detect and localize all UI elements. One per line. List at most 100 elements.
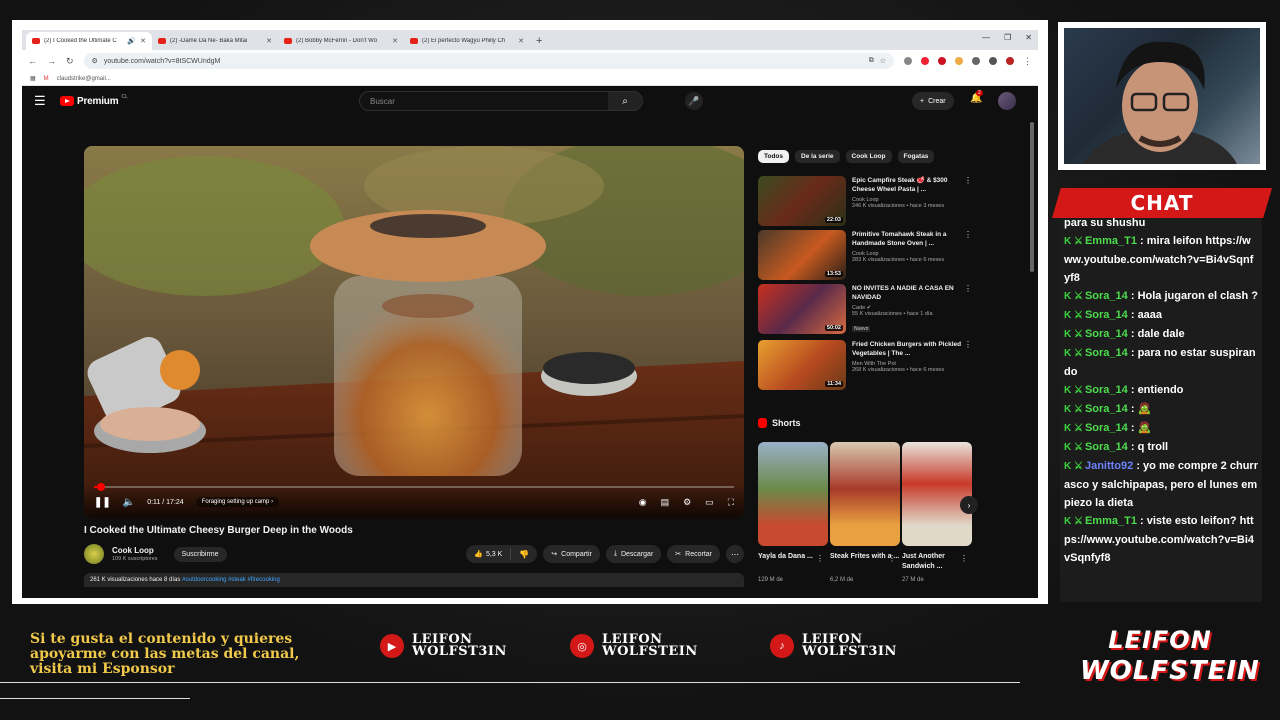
chevron-right-icon[interactable]: › (960, 496, 978, 514)
chat-username[interactable]: Sora_14 (1085, 384, 1128, 396)
dislike-button[interactable]: 👎 (511, 550, 537, 559)
video-title[interactable]: NO INVITES A NADIE A CASA EN NAVIDAD (852, 284, 962, 303)
share-button[interactable]: ↪ Compartir (543, 545, 600, 563)
close-window-icon[interactable]: ✕ (1025, 33, 1032, 42)
more-options-icon[interactable]: ⋮ (816, 554, 824, 563)
extension-icon[interactable] (921, 57, 929, 65)
chat-username[interactable]: Sora_14 (1085, 422, 1128, 434)
clip-button[interactable]: ✂ Recortar (667, 545, 720, 563)
back-icon[interactable]: ← (28, 56, 37, 66)
video-thumbnail[interactable]: 11:34 (758, 340, 846, 390)
video-thumbnail[interactable]: 50:02 (758, 284, 846, 334)
download-button[interactable]: ⤓ Descargar (605, 545, 662, 563)
recommended-video[interactable]: 11:34 Fried Chicken Burgers with Pickled… (758, 340, 972, 390)
create-button[interactable]: + Crear (912, 92, 954, 110)
video-thumbnail[interactable]: 22:03 (758, 176, 846, 226)
subtitles-icon[interactable]: ▤ (661, 497, 670, 508)
short-thumbnail[interactable] (758, 442, 828, 546)
bookmark-star-icon[interactable]: ☆ (880, 57, 886, 65)
short-thumbnail[interactable] (830, 442, 900, 546)
fullscreen-icon[interactable]: ⛶ (728, 497, 734, 508)
progress-scrubber[interactable] (97, 483, 106, 491)
close-tab-icon[interactable]: ✕ (518, 37, 524, 45)
channel-name[interactable]: Cook Loop (112, 546, 158, 555)
chip-cook-loop[interactable]: Cook Loop (845, 150, 892, 163)
recommended-video[interactable]: 22:03 Epic Campfire Steak 🥩 & $300 Chees… (758, 176, 972, 226)
chip-todos[interactable]: Todos (758, 150, 790, 163)
extension-icon[interactable] (938, 57, 946, 65)
apps-grid-icon[interactable]: ▦ (30, 75, 36, 82)
progress-bar[interactable] (94, 483, 734, 491)
more-options-icon[interactable]: ⋮ (964, 284, 972, 293)
bookmark-gmail[interactable]: claudstrike@gmail... (57, 76, 111, 82)
chat-username[interactable]: Sora_14 (1085, 309, 1128, 321)
chat-username[interactable]: Sora_14 (1085, 328, 1128, 340)
chat-username[interactable]: Sora_14 (1085, 403, 1128, 415)
site-info-icon[interactable]: ⚙ (92, 57, 98, 65)
pause-icon[interactable]: ❚❚ (94, 497, 111, 508)
like-button[interactable]: 👍 5,3 K (466, 548, 512, 560)
browser-tab[interactable]: (2) I Cooked the Ultimate C 🔊 ✕ (26, 32, 152, 50)
recommended-video[interactable]: 50:02 NO INVITES A NADIE A CASA EN NAVID… (758, 284, 972, 334)
extension-icon[interactable] (904, 57, 912, 65)
short-thumbnail[interactable] (902, 442, 972, 546)
browser-menu-icon[interactable]: ⋮ (1023, 56, 1032, 67)
minimize-icon[interactable]: — (982, 33, 990, 42)
profile-icon[interactable] (1006, 57, 1014, 65)
more-options-icon[interactable]: ⋮ (960, 554, 968, 563)
more-options-icon[interactable]: ⋮ (964, 176, 972, 185)
more-options-icon[interactable]: ⋮ (888, 554, 896, 563)
puzzle-icon[interactable] (972, 57, 980, 65)
install-icon[interactable]: ⧉ (869, 57, 874, 65)
reload-icon[interactable]: ↻ (66, 56, 74, 67)
chip-fogatas[interactable]: Fogatas (897, 150, 935, 163)
more-options-icon[interactable]: ⋮ (964, 340, 972, 349)
gmail-icon[interactable]: M (44, 76, 49, 82)
user-avatar[interactable] (998, 92, 1016, 110)
settings-gear-icon[interactable]: ⚙ (683, 497, 691, 508)
extension-icon[interactable] (955, 57, 963, 65)
close-tab-icon[interactable]: ✕ (392, 37, 398, 45)
restore-icon[interactable]: ❐ (1004, 33, 1011, 42)
video-player[interactable]: ❚❚ 🔈 0:11 / 17:24 Foraging setting up ca… (84, 146, 744, 518)
volume-icon[interactable]: 🔈 (123, 497, 135, 508)
description-box[interactable]: 261 K visualizaciones hace 8 días #outdo… (84, 573, 744, 587)
theater-mode-icon[interactable]: ▭ (705, 497, 714, 508)
channel-avatar[interactable] (84, 544, 104, 564)
chat-username[interactable]: Sora_14 (1085, 347, 1128, 359)
browser-tab[interactable]: (2) Bobby McFerrin - Don't Wo ✕ (278, 32, 404, 50)
address-bar[interactable]: ⚙ youtube.com/watch?v=8tSCWUndgM ⧉ ☆ (83, 53, 894, 69)
search-input[interactable]: Buscar (360, 97, 608, 106)
page-scrollbar[interactable] (1030, 122, 1034, 272)
chat-username[interactable]: Emma_T1 (1085, 515, 1137, 527)
video-title[interactable]: Epic Campfire Steak 🥩 & $300 Cheese Whee… (852, 176, 962, 195)
notifications-bell-icon[interactable]: 🔔 2 (970, 90, 983, 104)
chat-username[interactable]: Emma_T1 (1085, 235, 1137, 247)
video-title[interactable]: Fried Chicken Burgers with Pickled Veget… (852, 340, 962, 359)
close-tab-icon[interactable]: ✕ (140, 37, 146, 45)
youtube-premium-logo[interactable]: Premium CL (60, 94, 128, 107)
recommended-video[interactable]: 13:53 Primitive Tomahawk Steak in a Hand… (758, 230, 972, 280)
chip-de-la-serie[interactable]: De la serie (795, 150, 840, 163)
chat-username[interactable]: Sora_14 (1085, 290, 1128, 302)
chapter-button[interactable]: Foraging setting up camp › (195, 497, 280, 507)
more-actions-icon[interactable]: ⋯ (726, 545, 744, 563)
forward-icon[interactable]: → (47, 56, 56, 66)
new-tab-button[interactable]: + (530, 32, 548, 50)
microphone-icon[interactable]: 🎤 (685, 92, 703, 110)
speaker-icon[interactable]: 🔊 (127, 37, 136, 45)
search-icon[interactable]: ⌕ (608, 92, 642, 110)
chat-username[interactable]: Sora_14 (1085, 441, 1128, 453)
more-options-icon[interactable]: ⋮ (964, 230, 972, 239)
description-tags[interactable]: #outdoorcooking #steak #firecooking (182, 577, 280, 583)
close-tab-icon[interactable]: ✕ (266, 37, 272, 45)
video-thumbnail[interactable]: 13:53 (758, 230, 846, 280)
subscribe-button[interactable]: Suscribirme (173, 546, 227, 562)
autoplay-toggle-icon[interactable]: ◉ (639, 497, 647, 508)
chat-username[interactable]: Janitto92 (1085, 460, 1133, 472)
media-icon[interactable] (989, 57, 997, 65)
browser-tab[interactable]: (2) El perfecto Wagyu Philly Ch ✕ (404, 32, 530, 50)
browser-tab[interactable]: (2) -Dame Da Ne- Baka Mitai ✕ (152, 32, 278, 50)
hamburger-menu-icon[interactable]: ☰ (34, 93, 54, 109)
video-title[interactable]: Primitive Tomahawk Steak in a Handmade S… (852, 230, 962, 249)
